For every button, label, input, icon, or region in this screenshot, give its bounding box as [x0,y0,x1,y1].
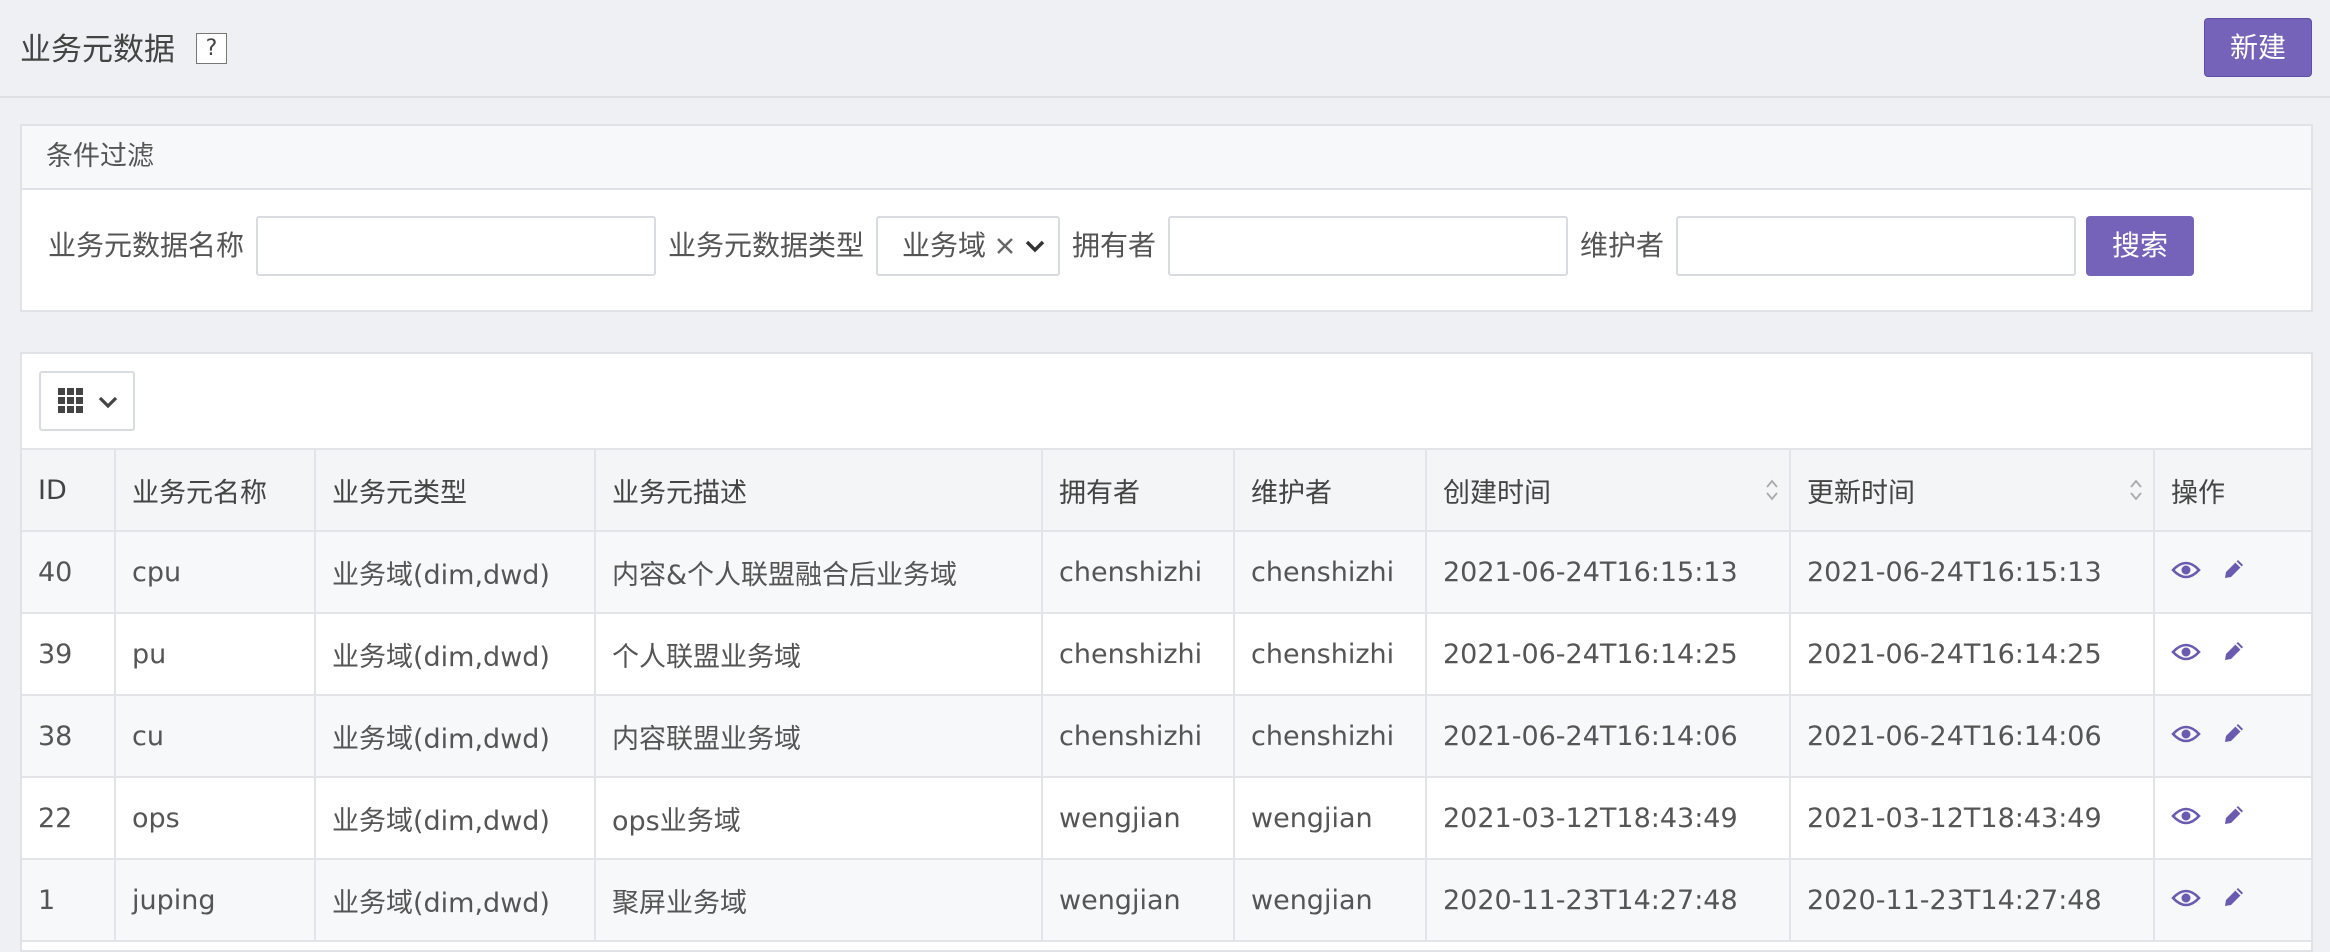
chevron-down-icon [97,391,119,417]
sort-icon[interactable] [1765,477,1779,510]
cell-maintainer: wengjian [1233,858,1427,942]
table-row: 1 juping 业务域(dim,dwd) 聚屏业务域 wengjian wengjian… [22,858,2311,942]
cell-name: cpu [114,530,316,614]
cell-name: cu [114,694,316,778]
cell-id: 40 [22,530,116,614]
table-row: 39 pu 业务域(dim,dwd) 个人联盟业务域 chenshizhi chenshi… [22,612,2311,696]
eye-icon[interactable] [2171,803,2201,834]
eye-icon[interactable] [2171,639,2201,670]
pencil-icon[interactable] [2221,638,2247,671]
cell-owner: chenshizhi [1041,530,1235,614]
cell-desc: 聚屏业务域 [594,858,1043,942]
col-header-created-label: 创建时间 [1443,477,1551,509]
cell-updated: 2021-06-24T16:14:06 [1789,694,2155,778]
col-header-name[interactable]: 业务元名称 [114,448,316,532]
cell-actions [2153,776,2311,860]
cell-id: 39 [22,612,116,696]
pencil-icon[interactable] [2221,802,2247,835]
maintainer-input[interactable] [1676,216,2076,276]
cell-maintainer: wengjian [1233,776,1427,860]
owner-label: 拥有者 [1072,229,1157,262]
table-row: 40 cpu 业务域(dim,dwd) 内容&个人联盟融合后业务域 chenshizhi… [22,530,2311,614]
cell-created: 2021-03-12T18:43:49 [1425,776,1791,860]
pencil-icon[interactable] [2221,884,2247,917]
col-header-actions: 操作 [2153,448,2311,532]
cell-maintainer: chenshizhi [1233,612,1427,696]
filter-title: 条件过滤 [22,126,2311,190]
type-select-value: 业务域 [902,229,987,262]
filter-panel: 条件过滤 业务元数据名称 业务元数据类型 业务域 拥有者 维护者 搜索 [20,124,2313,312]
cell-maintainer: chenshizhi [1233,530,1427,614]
pencil-icon[interactable] [2221,556,2247,589]
chevron-down-icon[interactable] [1024,218,1046,293]
cell-name: pu [114,612,316,696]
metadata-table: ID 业务元名称 业务元类型 业务元描述 拥有者 维护者 创建时间 更新时间 操… [22,448,2311,942]
new-button[interactable]: 新建 [2204,18,2312,77]
eye-icon[interactable] [2171,885,2201,916]
cell-id: 1 [22,858,116,942]
cell-desc: 内容&个人联盟融合后业务域 [594,530,1043,614]
cell-owner: chenshizhi [1041,612,1235,696]
cell-created: 2021-06-24T16:15:13 [1425,530,1791,614]
cell-type: 业务域(dim,dwd) [314,612,596,696]
cell-updated: 2021-06-24T16:14:25 [1789,612,2155,696]
page-title: 业务元数据 [20,32,175,68]
eye-icon[interactable] [2171,721,2201,752]
cell-desc: 个人联盟业务域 [594,612,1043,696]
name-label: 业务元数据名称 [48,229,245,262]
cell-updated: 2020-11-23T14:27:48 [1789,858,2155,942]
col-header-updated[interactable]: 更新时间 [1789,448,2155,532]
cell-desc: ops业务域 [594,776,1043,860]
cell-type: 业务域(dim,dwd) [314,858,596,942]
col-header-type[interactable]: 业务元类型 [314,448,596,532]
owner-input[interactable] [1168,216,1568,276]
col-header-desc[interactable]: 业务元描述 [594,448,1043,532]
cell-created: 2020-11-23T14:27:48 [1425,858,1791,942]
cell-owner: wengjian [1041,776,1235,860]
cell-actions [2153,694,2311,778]
column-toggle-button[interactable] [39,371,135,431]
name-input[interactable] [256,216,656,276]
cell-created: 2021-06-24T16:14:25 [1425,612,1791,696]
table-row: 38 cu 业务域(dim,dwd) 内容联盟业务域 chenshizhi chenshi… [22,694,2311,778]
table-row: 22 ops 业务域(dim,dwd) ops业务域 wengjian wengjian 2… [22,776,2311,860]
cell-type: 业务域(dim,dwd) [314,694,596,778]
cell-actions [2153,530,2311,614]
sort-icon[interactable] [2129,477,2143,510]
cell-actions [2153,612,2311,696]
cell-maintainer: chenshizhi [1233,694,1427,778]
type-label: 业务元数据类型 [668,229,865,262]
cell-id: 38 [22,694,116,778]
cell-id: 22 [22,776,116,860]
cell-updated: 2021-03-12T18:43:49 [1789,776,2155,860]
type-select[interactable]: 业务域 [876,216,1060,276]
col-header-created[interactable]: 创建时间 [1425,448,1791,532]
pencil-icon[interactable] [2221,720,2247,753]
grid-icon [58,388,84,418]
cell-type: 业务域(dim,dwd) [314,776,596,860]
cell-owner: wengjian [1041,858,1235,942]
cell-name: juping [114,858,316,942]
cell-actions [2153,858,2311,942]
table-header-row: ID 业务元名称 业务元类型 业务元描述 拥有者 维护者 创建时间 更新时间 操… [22,448,2311,532]
cell-owner: chenshizhi [1041,694,1235,778]
col-header-maintainer[interactable]: 维护者 [1233,448,1427,532]
help-icon[interactable]: ? [196,33,227,64]
col-header-updated-label: 更新时间 [1807,477,1915,509]
cell-type: 业务域(dim,dwd) [314,530,596,614]
cell-desc: 内容联盟业务域 [594,694,1043,778]
maintainer-label: 维护者 [1580,229,1665,262]
col-header-owner[interactable]: 拥有者 [1041,448,1235,532]
cell-created: 2021-06-24T16:14:06 [1425,694,1791,778]
clear-icon[interactable] [994,218,1016,293]
page-header: 业务元数据 ? 新建 [0,0,2330,98]
col-header-id[interactable]: ID [22,448,116,532]
search-button[interactable]: 搜索 [2086,216,2194,276]
cell-updated: 2021-06-24T16:15:13 [1789,530,2155,614]
cell-name: ops [114,776,316,860]
eye-icon[interactable] [2171,557,2201,588]
table-panel: ID 业务元名称 业务元类型 业务元描述 拥有者 维护者 创建时间 更新时间 操… [20,352,2313,952]
